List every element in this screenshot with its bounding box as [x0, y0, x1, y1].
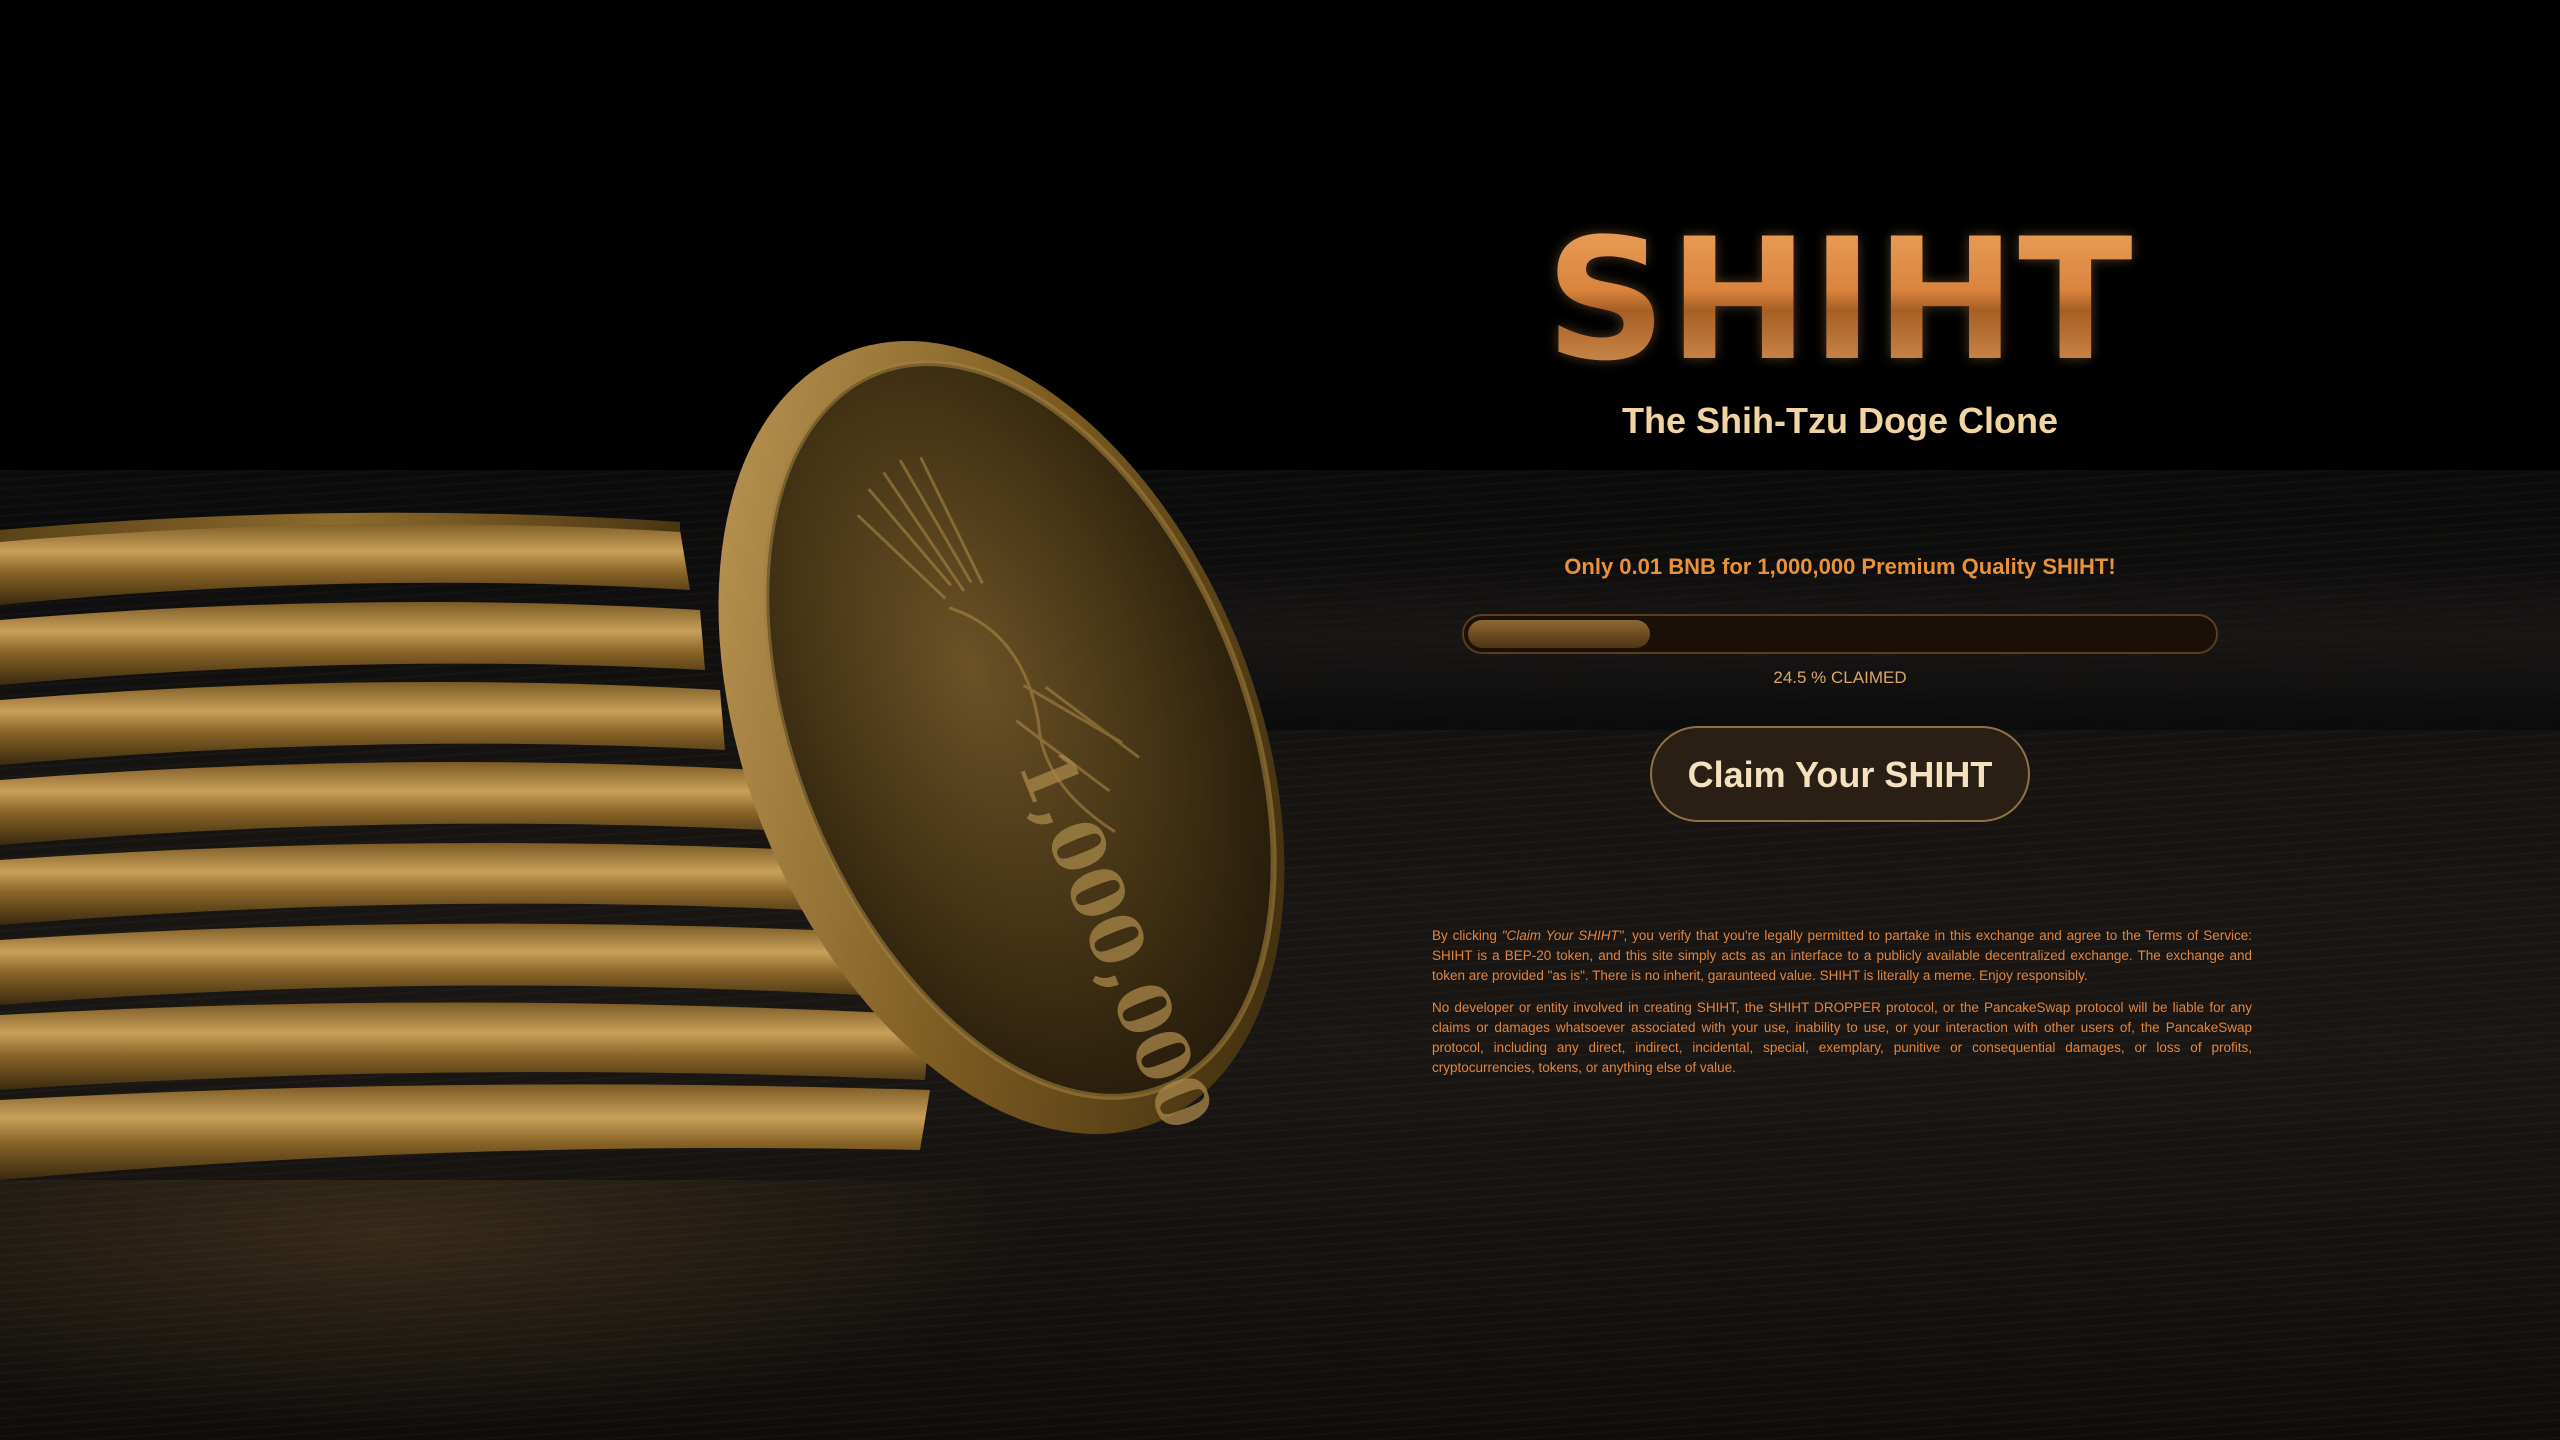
legal-disclaimer: By clicking "Claim Your SHIHT", you veri…: [1432, 926, 2252, 1090]
claim-progress-label: 24.5 % CLAIMED: [1773, 668, 1907, 687]
claim-button[interactable]: Claim Your SHIHT: [1650, 726, 2030, 822]
disclaimer-button-reference: "Claim Your SHIHT": [1501, 928, 1624, 943]
brand-title: SHIHT: [1400, 200, 2280, 400]
claim-progress-bar: [1462, 614, 2218, 654]
offer-text: Only 0.01 BNB for 1,000,000 Premium Qual…: [1564, 554, 2116, 579]
disclaimer-paragraph-2: No developer or entity involved in creat…: [1432, 1000, 2252, 1075]
disclaimer-prefix: By clicking: [1432, 928, 1502, 943]
brand-tagline: The Shih-Tzu Doge Clone: [1622, 400, 2058, 441]
landing-page: 1,000,000 SHIHT The Shih-Tzu Doge Clone …: [0, 0, 2560, 1440]
disclaimer-paragraph-1: By clicking "Claim Your SHIHT", you veri…: [1432, 926, 2252, 986]
claim-progress-fill: [1468, 620, 1651, 648]
coin-stack-image: 1,000,000: [0, 341, 1285, 1180]
